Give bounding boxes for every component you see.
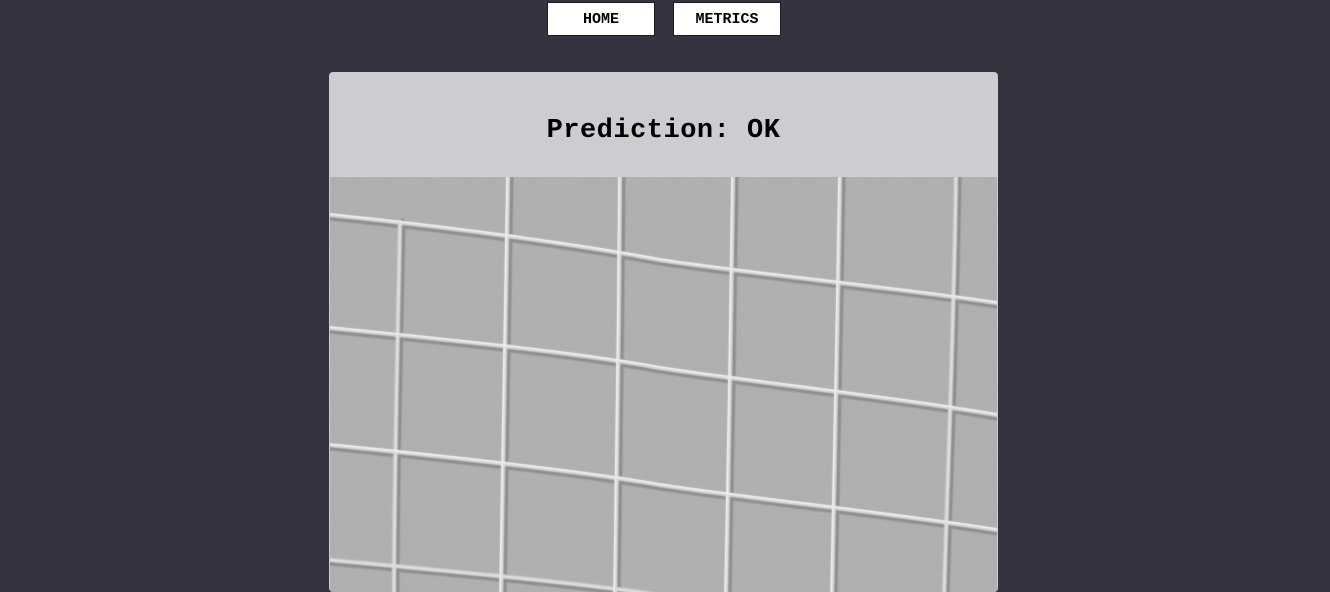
prediction-card: Prediction: OK bbox=[329, 72, 998, 592]
inspected-image bbox=[330, 177, 997, 592]
grid-texture-image bbox=[330, 177, 997, 592]
prediction-title: Prediction: OK bbox=[546, 115, 781, 146]
metrics-button[interactable]: METRICS bbox=[673, 2, 781, 36]
prediction-header: Prediction: OK bbox=[329, 72, 998, 177]
top-nav: HOME METRICS bbox=[0, 2, 1330, 38]
home-button[interactable]: HOME bbox=[547, 2, 655, 36]
